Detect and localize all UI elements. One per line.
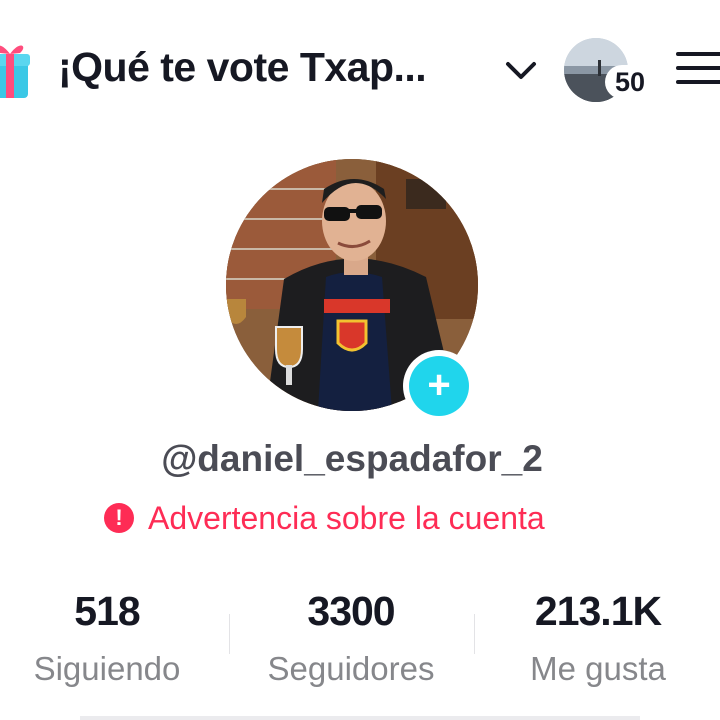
alert-icon: ! — [104, 503, 134, 533]
stat-divider — [474, 614, 475, 654]
stat-likes[interactable]: 213.1K Me gusta — [512, 588, 684, 688]
follow-add-button[interactable]: + — [403, 350, 475, 422]
account-warning-label: Advertencia sobre la cuenta — [148, 499, 545, 536]
profile-username: @daniel_espadafor_2 — [161, 438, 543, 479]
stat-label: Me gusta — [530, 650, 666, 687]
account-warning-link[interactable]: ! Advertencia sobre la cuenta — [104, 498, 545, 538]
stat-label: Seguidores — [267, 650, 435, 687]
stat-value: 518 — [74, 588, 140, 634]
gift-icon[interactable] — [0, 38, 32, 100]
plus-icon: + — [409, 356, 469, 416]
stat-following[interactable]: 518 Siguiendo — [27, 588, 187, 688]
section-divider — [80, 716, 640, 720]
stat-label: Siguiendo — [33, 650, 181, 687]
stat-divider — [229, 614, 230, 654]
stat-followers[interactable]: 3300 Seguidores — [256, 588, 446, 688]
chevron-down-icon[interactable] — [503, 56, 539, 84]
notification-count-badge: 50 — [605, 65, 655, 99]
stat-value: 3300 — [307, 588, 395, 634]
hamburger-menu-icon[interactable] — [674, 46, 720, 90]
top-bar: ¡Qué te vote Txap... 50 — [0, 0, 720, 140]
stat-value: 213.1K — [534, 588, 662, 634]
account-name-title[interactable]: ¡Qué te vote Txap... — [58, 44, 427, 91]
